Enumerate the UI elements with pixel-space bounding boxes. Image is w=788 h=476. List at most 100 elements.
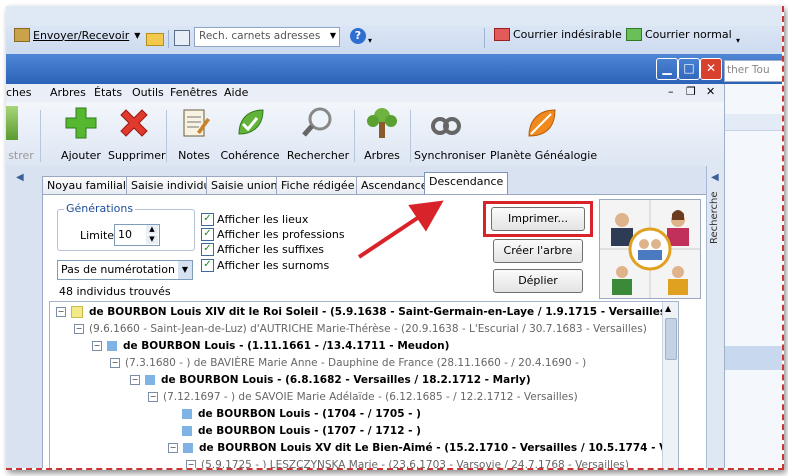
tree-row-text: (9.6.1660 - Saint-Jean-de-Luz) d'AUTRICH…	[89, 323, 647, 335]
print-button[interactable]: Imprimer...	[491, 207, 585, 231]
chevron-down-icon[interactable]: ▾	[368, 36, 372, 45]
trees-button-label: Arbres	[364, 149, 400, 162]
search-button-label: Rechercher	[286, 149, 350, 162]
person-marker-icon	[182, 409, 192, 419]
address-search-placeholder: Rech. carnets adresses	[199, 30, 321, 42]
checkbox-checked-icon: ✓	[201, 243, 214, 256]
collapse-icon[interactable]: −	[186, 460, 196, 468]
person-marker-icon	[145, 375, 155, 385]
spinner-up-icon[interactable]: ▲	[146, 225, 158, 234]
chevron-down-icon[interactable]: ▾	[736, 36, 740, 45]
collapse-icon[interactable]: −	[130, 375, 140, 385]
folder-icon[interactable]	[146, 30, 164, 46]
create-tree-button[interactable]: Créer l'arbre	[493, 239, 583, 263]
coherence-button-label: Cohérence	[220, 149, 280, 162]
junk-mail-button[interactable]: Courrier indésirable	[494, 28, 622, 41]
numbering-select[interactable]: Pas de numérotation ▼	[57, 260, 193, 280]
search-button[interactable]: Rechercher	[286, 106, 350, 162]
checkbox-show-nicknames[interactable]: ✓ Afficher les surnoms	[201, 259, 329, 272]
sync-icon	[429, 106, 463, 140]
delete-x-icon	[117, 106, 151, 140]
restore-icon[interactable]: ❐	[686, 85, 696, 98]
partial-icon	[6, 106, 18, 140]
delete-button-label: Supprimer	[108, 149, 166, 162]
menu-item-outils[interactable]: Outils	[132, 86, 164, 99]
delete-button[interactable]: Supprimer	[108, 106, 166, 162]
tree-row[interactable]: − (5.9.1725 - ) LESZCZYNSKA Marie - (23.…	[186, 457, 629, 468]
tree-row[interactable]: − de BOURBON Louis XV dit Le Bien-Aimé -…	[168, 440, 679, 456]
tree-row[interactable]: de BOURBON Louis - (1704 - / 1705 - )	[182, 406, 421, 422]
chevron-left-icon[interactable]: ◀	[16, 172, 24, 183]
toolbar-top-strip	[6, 6, 782, 26]
tree-row[interactable]: − (7.12.1697 - ) de SAVOIE Marie Adélaïd…	[148, 389, 578, 405]
scroll-up-icon[interactable]: ▲	[665, 304, 671, 313]
expand-button[interactable]: Déplier	[493, 269, 583, 293]
send-receive-label: Envoyer/Recevoir	[33, 28, 130, 42]
checkbox-show-suffixes-label: Afficher les suffixes	[217, 243, 325, 256]
tree-row[interactable]: − de BOURBON Louis - (1.11.1661 - /13.4.…	[92, 338, 449, 354]
collapse-icon[interactable]: −	[168, 443, 178, 453]
normal-mail-button[interactable]: Courrier normal	[626, 28, 732, 41]
leaf-check-icon	[233, 106, 267, 140]
coherence-button[interactable]: Cohérence	[220, 106, 280, 162]
minimize-icon[interactable]: ▁	[656, 58, 678, 80]
checkbox-show-places[interactable]: ✓ Afficher les lieux	[201, 213, 308, 226]
menu-item-arbres[interactable]: Arbres	[50, 86, 86, 99]
tree-row[interactable]: de BOURBON Louis - (1707 - / 1712 - )	[182, 423, 421, 439]
checkbox-show-professions[interactable]: ✓ Afficher les professions	[201, 228, 345, 241]
send-receive-button[interactable]: Envoyer/Recevoir ▼	[14, 28, 140, 42]
tree-row-text: de BOURBON Louis - (1.11.1661 - /13.4.17…	[123, 340, 450, 352]
menu-item-fenetres[interactable]: Fenêtres	[170, 86, 217, 99]
planete-genealogie-button[interactable]: Planète Généalogie	[490, 106, 598, 162]
menu-item-aide[interactable]: Aide	[224, 86, 248, 99]
tree-row[interactable]: − (7.3.1680 - ) de BAVIÈRE Marie Anne - …	[110, 355, 586, 371]
tab-saisie-union[interactable]: Saisie union	[206, 176, 283, 195]
address-search-input[interactable]: Rech. carnets adresses ▼	[194, 27, 340, 47]
notes-button[interactable]: Notes	[174, 106, 214, 162]
checkbox-show-suffixes[interactable]: ✓ Afficher les suffixes	[201, 243, 324, 256]
tree-row-text: de BOURBON Louis - (6.8.1682 - Versaille…	[161, 374, 531, 386]
junk-mail-icon	[494, 28, 510, 41]
collapse-icon[interactable]: −	[56, 307, 66, 317]
checkbox-show-nicknames-label: Afficher les surnoms	[217, 259, 330, 272]
tree-row[interactable]: − de BOURBON Louis XIV dit le Roi Soleil…	[56, 304, 671, 320]
collapse-icon[interactable]: −	[110, 358, 120, 368]
junk-mail-label: Courrier indésirable	[513, 28, 622, 41]
tree-row[interactable]: − de BOURBON Louis - (6.8.1682 - Versail…	[130, 372, 531, 388]
sync-button[interactable]: Synchroniser	[414, 106, 486, 162]
outlook-search-box[interactable]: ther Tou	[724, 60, 782, 82]
tab-fiche-redigee[interactable]: Fiche rédigée	[276, 176, 360, 195]
chevron-left-icon[interactable]: ◀	[711, 172, 719, 183]
search-pane-title: Recherche	[709, 191, 723, 252]
tree-row[interactable]: − (9.6.1660 - Saint-Jean-de-Luz) d'AUTRI…	[74, 321, 647, 337]
menu-item-etats[interactable]: États	[94, 86, 122, 99]
limit-spinner[interactable]: 10 ▲ ▼	[114, 224, 160, 246]
menu-bar: ches Arbres États Outils Fenêtres Aide –…	[6, 84, 724, 102]
found-count: 48 individus trouvés	[59, 285, 171, 298]
help-icon[interactable]: ?	[350, 28, 366, 44]
tree-row-text: de BOURBON Louis XV dit Le Bien-Aimé - (…	[199, 442, 679, 454]
checkbox-show-places-label: Afficher les lieux	[217, 213, 309, 226]
tab-noyau-familial[interactable]: Noyau familial	[42, 176, 131, 195]
minimize-icon[interactable]: –	[668, 85, 674, 98]
collapse-icon[interactable]: −	[74, 324, 84, 334]
ribbon-divider	[354, 110, 355, 162]
tree-scrollbar[interactable]: ▲	[662, 302, 678, 468]
search-side-pane[interactable]: ◀ Recherche	[706, 166, 725, 468]
add-button[interactable]: Ajouter	[56, 106, 106, 162]
close-icon[interactable]: ✕	[700, 58, 722, 80]
person-marker-icon	[71, 306, 83, 318]
menu-item-recherches[interactable]: ches	[6, 86, 32, 99]
spinner-down-icon[interactable]: ▼	[146, 235, 158, 244]
scrollbar-thumb[interactable]	[665, 318, 677, 360]
ribbon-button-partial[interactable]: strer	[6, 106, 36, 162]
trees-button[interactable]: Arbres	[360, 106, 404, 162]
background-selected-row	[725, 346, 782, 370]
tab-saisie-individu[interactable]: Saisie individu	[126, 176, 216, 195]
maximize-icon[interactable]: □	[678, 58, 700, 80]
collapse-icon[interactable]: −	[92, 341, 102, 351]
generations-title: Générations	[64, 202, 136, 215]
collapse-icon[interactable]: −	[148, 392, 158, 402]
planete-genealogie-button-label: Planète Généalogie	[490, 149, 598, 162]
close-icon[interactable]: ✕	[706, 85, 715, 98]
